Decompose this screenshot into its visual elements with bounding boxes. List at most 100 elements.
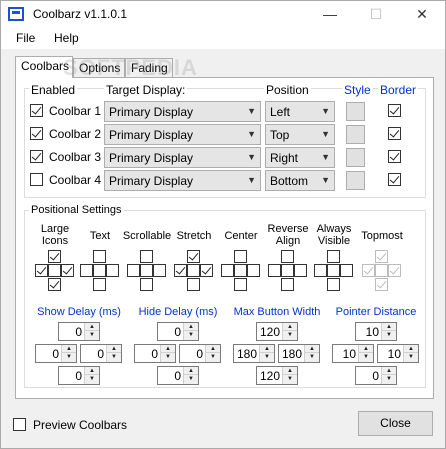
spin-down-icon[interactable]: ▼ (260, 353, 274, 361)
maximize-button[interactable]: ☐ (353, 1, 399, 29)
spin-down-icon[interactable]: ▼ (305, 353, 319, 361)
target-display-select[interactable]: Primary Display ▼ (104, 124, 261, 145)
right-side-checkbox[interactable] (106, 264, 119, 277)
border-checkbox[interactable] (388, 104, 401, 117)
bottom-spinner[interactable]: 0 ▲ ▼ (355, 366, 397, 385)
target-display-select[interactable]: Primary Display ▼ (104, 101, 261, 122)
spin-down-icon[interactable]: ▼ (85, 331, 99, 339)
bottom-side-checkbox[interactable] (48, 278, 61, 291)
bottom-spinner[interactable]: 0 ▲ ▼ (157, 366, 199, 385)
left-spinner[interactable]: 10 ▲ ▼ (332, 344, 374, 363)
right-side-checkbox[interactable] (388, 264, 401, 277)
spin-up-icon[interactable]: ▲ (283, 367, 297, 375)
spin-up-icon[interactable]: ▲ (359, 345, 373, 353)
right-spinner[interactable]: 10 ▲ ▼ (377, 344, 419, 363)
top-side-checkbox[interactable] (327, 250, 340, 263)
position-select[interactable]: Bottom ▼ (265, 170, 335, 191)
border-checkbox[interactable] (388, 150, 401, 163)
left-side-checkbox[interactable] (127, 264, 140, 277)
bottom-side-checkbox[interactable] (140, 278, 153, 291)
position-select[interactable]: Top ▼ (265, 124, 335, 145)
right-side-checkbox[interactable] (200, 264, 213, 277)
border-checkbox[interactable] (388, 173, 401, 186)
coolbar-enabled-checkbox[interactable] (30, 104, 43, 117)
left-side-checkbox[interactable] (314, 264, 327, 277)
top-side-checkbox[interactable] (93, 250, 106, 263)
top-side-checkbox[interactable] (48, 250, 61, 263)
target-display-select[interactable]: Primary Display ▼ (104, 170, 261, 191)
spin-down-icon[interactable]: ▼ (283, 375, 297, 383)
coolbar-enabled-checkbox[interactable] (30, 127, 43, 140)
left-spinner[interactable]: 180 ▲ ▼ (233, 344, 275, 363)
left-spinner[interactable]: 0 ▲ ▼ (35, 344, 77, 363)
top-spinner[interactable]: 120 ▲ ▼ (256, 322, 298, 341)
style-button[interactable] (346, 171, 365, 190)
top-side-checkbox[interactable] (187, 250, 200, 263)
spin-up-icon[interactable]: ▲ (161, 345, 175, 353)
right-spinner[interactable]: 0 ▲ ▼ (179, 344, 221, 363)
menu-file[interactable]: File (16, 31, 35, 45)
spin-down-icon[interactable]: ▼ (85, 375, 99, 383)
spin-down-icon[interactable]: ▼ (161, 353, 175, 361)
bottom-side-checkbox[interactable] (234, 278, 247, 291)
bottom-side-checkbox[interactable] (93, 278, 106, 291)
coolbar-enabled-checkbox[interactable] (30, 150, 43, 163)
spin-up-icon[interactable]: ▲ (305, 345, 319, 353)
spin-up-icon[interactable]: ▲ (184, 367, 198, 375)
style-button[interactable] (346, 148, 365, 167)
top-spinner[interactable]: 0 ▲ ▼ (58, 322, 100, 341)
right-side-checkbox[interactable] (247, 264, 260, 277)
right-side-checkbox[interactable] (153, 264, 166, 277)
style-button[interactable] (346, 125, 365, 144)
bottom-side-checkbox[interactable] (281, 278, 294, 291)
spin-down-icon[interactable]: ▼ (404, 353, 418, 361)
right-side-checkbox[interactable] (294, 264, 307, 277)
spin-down-icon[interactable]: ▼ (184, 375, 198, 383)
left-side-checkbox[interactable] (268, 264, 281, 277)
spin-down-icon[interactable]: ▼ (382, 375, 396, 383)
top-side-checkbox[interactable] (140, 250, 153, 263)
spin-up-icon[interactable]: ▲ (382, 323, 396, 331)
spin-down-icon[interactable]: ▼ (359, 353, 373, 361)
close-button[interactable]: Close (358, 411, 433, 436)
spin-down-icon[interactable]: ▼ (382, 331, 396, 339)
right-side-checkbox[interactable] (61, 264, 74, 277)
spin-up-icon[interactable]: ▲ (283, 323, 297, 331)
top-side-checkbox[interactable] (281, 250, 294, 263)
coolbar-enabled-checkbox[interactable] (30, 173, 43, 186)
preview-coolbars-checkbox[interactable] (13, 418, 26, 431)
left-spinner[interactable]: 0 ▲ ▼ (134, 344, 176, 363)
left-side-checkbox[interactable] (80, 264, 93, 277)
right-side-checkbox[interactable] (340, 264, 353, 277)
top-spinner[interactable]: 10 ▲ ▼ (355, 322, 397, 341)
bottom-spinner[interactable]: 0 ▲ ▼ (58, 366, 100, 385)
top-side-checkbox[interactable] (234, 250, 247, 263)
target-display-select[interactable]: Primary Display ▼ (104, 147, 261, 168)
spin-down-icon[interactable]: ▼ (283, 331, 297, 339)
spin-up-icon[interactable]: ▲ (107, 345, 121, 353)
spin-up-icon[interactable]: ▲ (85, 367, 99, 375)
border-checkbox[interactable] (388, 127, 401, 140)
top-spinner[interactable]: 0 ▲ ▼ (157, 322, 199, 341)
spin-up-icon[interactable]: ▲ (206, 345, 220, 353)
style-button[interactable] (346, 102, 365, 121)
top-side-checkbox[interactable] (375, 250, 388, 263)
menu-help[interactable]: Help (54, 31, 79, 45)
bottom-side-checkbox[interactable] (187, 278, 200, 291)
bottom-side-checkbox[interactable] (375, 278, 388, 291)
spin-up-icon[interactable]: ▲ (62, 345, 76, 353)
bottom-side-checkbox[interactable] (327, 278, 340, 291)
close-window-button[interactable]: ✕ (399, 1, 445, 29)
spin-up-icon[interactable]: ▲ (260, 345, 274, 353)
spin-down-icon[interactable]: ▼ (62, 353, 76, 361)
spin-up-icon[interactable]: ▲ (382, 367, 396, 375)
spin-up-icon[interactable]: ▲ (85, 323, 99, 331)
spin-up-icon[interactable]: ▲ (404, 345, 418, 353)
position-select[interactable]: Left ▼ (265, 101, 335, 122)
position-select[interactable]: Right ▼ (265, 147, 335, 168)
bottom-spinner[interactable]: 120 ▲ ▼ (256, 366, 298, 385)
left-side-checkbox[interactable] (221, 264, 234, 277)
spin-down-icon[interactable]: ▼ (107, 353, 121, 361)
left-side-checkbox[interactable] (362, 264, 375, 277)
spin-down-icon[interactable]: ▼ (184, 331, 198, 339)
